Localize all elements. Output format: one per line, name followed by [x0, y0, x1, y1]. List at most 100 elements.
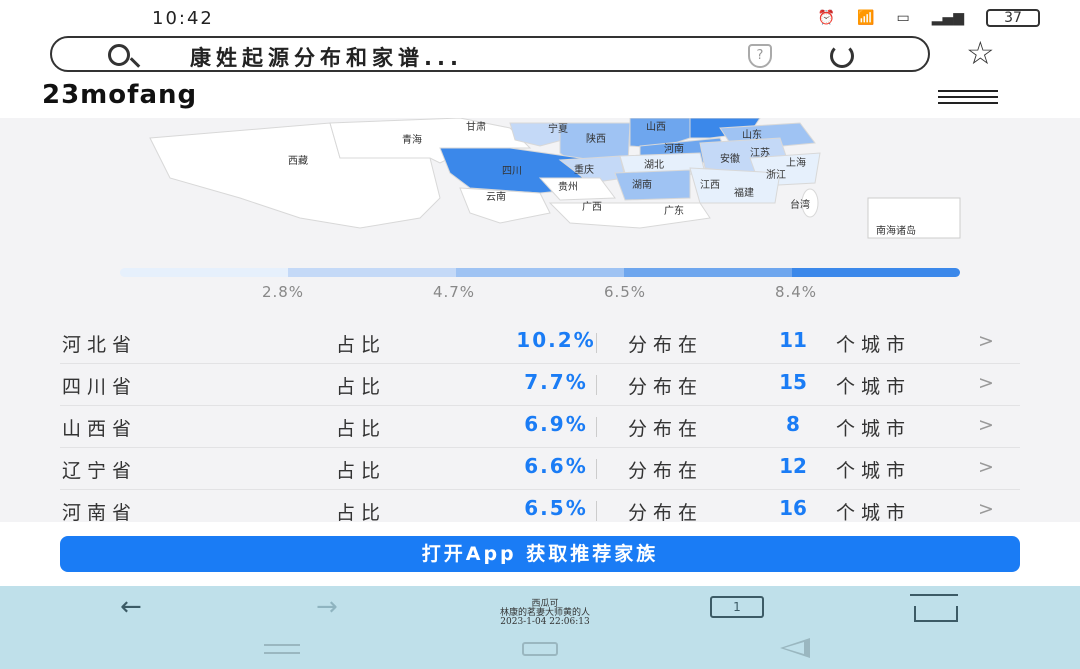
open-app-button[interactable]: 打开App 获取推荐家族: [60, 536, 1020, 572]
status-bar: 10:42 ⏰ 📶 ▭ ▂▄▆ 37: [0, 0, 1080, 36]
ratio-value: 10.2%: [516, 328, 596, 352]
chevron-right-icon[interactable]: >: [978, 456, 994, 478]
legend-swatch-3: [456, 268, 624, 277]
city-count: 16: [779, 496, 807, 520]
status-time: 10:42: [152, 8, 214, 29]
china-map-svg: 甘肃 青海 宁夏 陕西 山西 山东 河南 西藏 四川 重庆 湖北 安徽 江苏 上…: [149, 118, 961, 239]
distribution-label: 分布在: [628, 460, 704, 482]
legend-swatch-2: [288, 268, 456, 277]
map-label-shanghai: 上海: [786, 156, 806, 169]
city-label: 个城市: [836, 418, 912, 440]
map-label-hubei: 湖北: [644, 159, 664, 171]
map-label-qinghai: 青海: [402, 133, 422, 146]
province-row-hebei[interactable]: 河北省 占比 10.2% 分布在 11 个城市 >: [60, 322, 1020, 364]
chevron-right-icon[interactable]: >: [978, 498, 994, 520]
wifi-icon: 📶: [857, 10, 875, 26]
site-logo[interactable]: 23mofang: [42, 80, 197, 110]
province-name: 河南省: [62, 502, 138, 524]
province-row-shanxi[interactable]: 山西省 占比 6.9% 分布在 8 个城市 >: [60, 406, 1020, 448]
province-name: 辽宁省: [62, 460, 138, 482]
distribution-label: 分布在: [628, 376, 704, 398]
legend-swatch-5: [792, 268, 960, 277]
map-label-hunan: 湖南: [632, 178, 652, 191]
cta-bar: 打开App 获取推荐家族: [0, 522, 1080, 586]
city-count: 15: [779, 370, 807, 394]
security-shield-icon[interactable]: ?: [748, 44, 772, 68]
recent-apps-icon[interactable]: [264, 644, 300, 654]
browser-address-bar: 康姓起源分布和家谱... ? ☆: [0, 34, 1080, 78]
map-label-jiangxi: 江西: [700, 179, 720, 191]
row-divider: [596, 333, 597, 353]
system-home-icon[interactable]: [522, 642, 558, 656]
watermark-stamp: 西瓜可 林康的茗妻大师黄的人 2023-1-04 22:06:13: [470, 600, 620, 627]
signal-icon: ▂▄▆: [931, 10, 964, 26]
province-name: 河北省: [62, 334, 138, 356]
distribution-label: 分布在: [628, 418, 704, 440]
map-label-yunnan: 云南: [486, 190, 506, 203]
ratio-value: 6.5%: [524, 496, 588, 520]
ratio-label: 占比: [336, 376, 387, 398]
city-label: 个城市: [836, 460, 912, 482]
legend-swatch-4: [624, 268, 792, 277]
chevron-right-icon[interactable]: >: [978, 372, 994, 394]
back-arrow-icon[interactable]: ←: [120, 592, 142, 622]
distribution-label: 分布在: [628, 334, 704, 356]
chevron-right-icon[interactable]: >: [978, 414, 994, 436]
legend-label-2: 4.7%: [432, 283, 476, 301]
legend-label-1: 2.8%: [261, 283, 305, 301]
ratio-label: 占比: [336, 460, 387, 482]
row-divider: [596, 375, 597, 395]
tabs-icon[interactable]: 1: [710, 596, 764, 618]
province-list: 河北省 占比 10.2% 分布在 11 个城市 > 四川省 占比 7.7% 分布…: [60, 322, 1020, 532]
ratio-label: 占比: [336, 502, 387, 524]
hamburger-menu-icon[interactable]: [938, 90, 998, 104]
reload-icon[interactable]: [830, 44, 854, 68]
map-label-guangdong: 广东: [664, 204, 684, 217]
province-row-sichuan[interactable]: 四川省 占比 7.7% 分布在 15 个城市 >: [60, 364, 1020, 406]
map-label-shaanxi: 陕西: [586, 132, 606, 145]
battery-icon: 37: [986, 9, 1040, 27]
forward-arrow-icon[interactable]: →: [316, 592, 338, 622]
map-label-south-sea: 南海诸岛: [876, 224, 916, 237]
map-label-ningxia: 宁夏: [548, 122, 568, 135]
bookmark-star-icon[interactable]: ☆: [966, 34, 995, 72]
system-nav-bar: [0, 624, 1080, 669]
map-label-shandong: 山东: [742, 128, 762, 141]
ratio-value: 6.9%: [524, 412, 588, 436]
map-label-chongqing: 重庆: [574, 163, 594, 176]
map-label-guizhou: 贵州: [558, 180, 578, 193]
map-label-jiangsu: 江苏: [750, 146, 770, 159]
url-title[interactable]: 康姓起源分布和家谱...: [190, 42, 463, 72]
map-label-anhui: 安徽: [720, 152, 740, 165]
city-label: 个城市: [836, 334, 912, 356]
ratio-value: 7.7%: [524, 370, 588, 394]
row-divider: [596, 501, 597, 521]
city-label: 个城市: [836, 502, 912, 524]
status-icons: ⏰ 📶 ▭ ▂▄▆ 37: [818, 9, 1040, 27]
map-label-henan: 河南: [664, 142, 684, 155]
distribution-map: 甘肃 青海 宁夏 陕西 山西 山东 河南 西藏 四川 重庆 湖北 安徽 江苏 上…: [0, 118, 1080, 258]
ratio-label: 占比: [336, 334, 387, 356]
search-icon[interactable]: [108, 44, 130, 66]
legend-label-4: 8.4%: [774, 283, 818, 301]
map-label-fujian: 福建: [734, 186, 754, 199]
legend-label-3: 6.5%: [603, 283, 647, 301]
province-name: 四川省: [62, 376, 138, 398]
province-name: 山西省: [62, 418, 138, 440]
url-bar[interactable]: 康姓起源分布和家谱... ?: [50, 36, 930, 72]
site-header: 23mofang: [0, 78, 1080, 118]
hd-icon: ▭: [896, 10, 910, 26]
city-count: 11: [779, 328, 807, 352]
map-label-taiwan: 台湾: [790, 198, 810, 211]
legend-gradient-bar: [120, 268, 960, 277]
map-label-zhejiang: 浙江: [766, 169, 786, 181]
map-label-guangxi: 广西: [582, 201, 602, 213]
system-back-icon[interactable]: [780, 638, 810, 658]
province-row-liaoning[interactable]: 辽宁省 占比 6.6% 分布在 12 个城市 >: [60, 448, 1020, 490]
alarm-icon: ⏰: [817, 10, 836, 26]
chevron-right-icon[interactable]: >: [978, 330, 994, 352]
ratio-label: 占比: [336, 418, 387, 440]
city-count: 12: [779, 454, 807, 478]
legend-swatch-1: [120, 268, 288, 277]
home-icon[interactable]: [906, 594, 962, 622]
